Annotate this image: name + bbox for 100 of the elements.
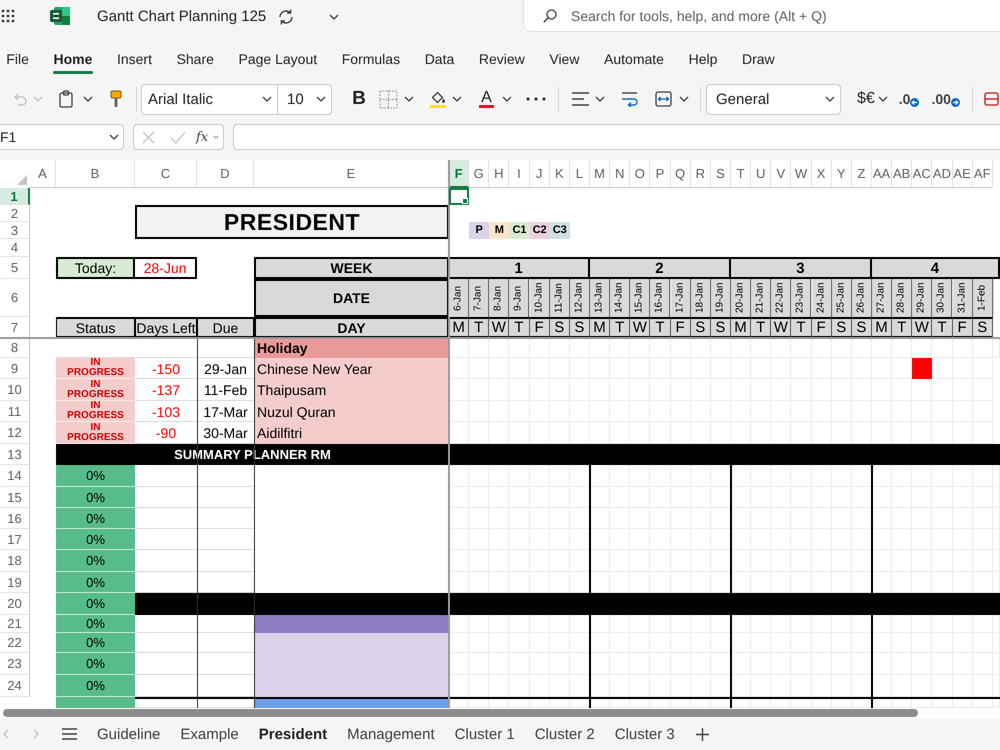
search-field[interactable]: Search for tools, help, and more (Alt + Q) <box>523 0 1000 32</box>
function-button[interactable]: fx <box>196 130 208 144</box>
name-box[interactable]: F1 <box>0 124 124 150</box>
row-header[interactable]: 17 <box>0 529 30 550</box>
menu-tab[interactable]: View <box>537 40 592 78</box>
column-header[interactable]: K <box>550 160 570 188</box>
row-header[interactable]: 8 <box>0 338 30 358</box>
row-header[interactable]: 16 <box>0 508 30 529</box>
menu-tab[interactable]: Insert <box>104 40 164 78</box>
caret-icon[interactable] <box>109 134 119 140</box>
sheet-tab[interactable]: President <box>248 718 338 750</box>
caret-icon[interactable] <box>679 96 689 102</box>
column-header[interactable]: Z <box>852 160 872 188</box>
increase-decimal-button[interactable]: .00 <box>931 91 960 107</box>
column-header[interactable]: T <box>730 160 752 188</box>
merge-icon[interactable] <box>655 91 672 107</box>
clipboard-icon[interactable] <box>59 90 73 108</box>
column-header[interactable]: M <box>590 160 610 188</box>
menu-icon[interactable] <box>62 728 77 740</box>
menu-tab[interactable]: Draw <box>730 40 787 78</box>
caret-icon[interactable] <box>825 96 835 102</box>
bold-button[interactable]: B <box>352 88 366 110</box>
fill-color-icon[interactable] <box>430 90 446 108</box>
column-header[interactable]: J <box>530 160 550 188</box>
app-launcher-icon[interactable] <box>1 9 15 23</box>
decrease-decimal-button[interactable]: .0 <box>898 91 920 107</box>
column-header[interactable]: N <box>610 160 630 188</box>
menu-tab[interactable]: Data <box>412 40 467 78</box>
column-header[interactable]: F <box>449 160 470 188</box>
column-header[interactable]: C <box>135 160 197 188</box>
row-header[interactable]: 1 <box>0 188 30 205</box>
column-header[interactable]: Q <box>670 160 691 188</box>
caret-icon[interactable] <box>329 14 340 20</box>
menu-tab[interactable]: Help <box>676 40 730 78</box>
sheet-tab[interactable]: Guideline <box>87 718 170 750</box>
sheet-tab[interactable]: Example <box>170 718 249 750</box>
column-header[interactable]: L <box>570 160 590 188</box>
row-header[interactable]: 12 <box>0 422 30 444</box>
selected-cell[interactable] <box>449 188 470 205</box>
row-header[interactable]: 18 <box>0 550 30 572</box>
row-header[interactable]: 19 <box>0 572 30 593</box>
row-header[interactable]: 21 <box>0 615 30 633</box>
column-header[interactable]: S <box>710 160 731 188</box>
row-header[interactable]: 2 <box>0 205 30 222</box>
row-header[interactable]: 15 <box>0 487 30 508</box>
column-header[interactable]: AC <box>912 160 932 188</box>
column-header[interactable]: AA <box>872 160 892 188</box>
add-icon[interactable] <box>696 728 709 740</box>
row-header[interactable]: 24 <box>0 675 30 697</box>
column-header[interactable]: W <box>791 160 812 188</box>
row-header[interactable]: 14 <box>0 465 30 487</box>
column-header[interactable]: Y <box>832 160 852 188</box>
column-header[interactable]: I <box>509 160 530 188</box>
row-header[interactable]: 3 <box>0 222 30 239</box>
menu-tab[interactable]: Page Layout <box>226 40 330 78</box>
number-format-dropdown[interactable]: General <box>706 84 841 114</box>
scrollbar-thumb[interactable] <box>3 709 918 717</box>
wrap-text-icon[interactable] <box>621 91 638 107</box>
row-header[interactable]: 11 <box>0 401 30 422</box>
column-header[interactable]: AF <box>972 160 993 188</box>
align-icon[interactable] <box>571 91 590 107</box>
column-header[interactable]: AE <box>952 160 973 188</box>
column-header[interactable]: X <box>812 160 832 188</box>
column-header[interactable]: U <box>751 160 772 188</box>
font-dropdown[interactable]: Arial Italic <box>141 84 278 114</box>
row-header[interactable]: 6 <box>0 279 30 317</box>
row-header[interactable]: 9 <box>0 358 30 379</box>
column-header[interactable]: H <box>489 160 510 188</box>
sync-icon[interactable] <box>277 8 296 26</box>
column-header[interactable]: O <box>630 160 650 188</box>
row-header[interactable]: 13 <box>0 444 30 465</box>
caret-icon[interactable] <box>502 96 512 102</box>
caret-icon[interactable] <box>262 96 272 102</box>
row-header[interactable]: 22 <box>0 633 30 653</box>
column-header[interactable]: D <box>197 160 254 188</box>
formula-field[interactable] <box>233 124 1000 150</box>
currency-button[interactable]: $€ <box>857 90 875 108</box>
row-header[interactable]: 23 <box>0 653 30 675</box>
sheet-tab[interactable]: Cluster 2 <box>524 718 605 750</box>
borders-icon[interactable] <box>379 90 398 108</box>
column-header[interactable]: P <box>650 160 671 188</box>
table-icon[interactable] <box>984 91 999 107</box>
sheet-tab[interactable]: Management <box>337 718 445 750</box>
caret-icon[interactable] <box>595 96 605 102</box>
column-header[interactable]: G <box>469 160 490 188</box>
row-header[interactable]: 20 <box>0 593 30 615</box>
column-header[interactable]: A <box>30 160 56 188</box>
column-header[interactable]: B <box>56 160 135 188</box>
column-header[interactable]: AD <box>932 160 953 188</box>
column-header[interactable]: AB <box>892 160 912 188</box>
menu-tab[interactable]: Formulas <box>329 40 412 78</box>
more-icon[interactable] <box>526 97 546 101</box>
menu-tab[interactable]: Share <box>164 40 226 78</box>
caret-icon[interactable] <box>316 96 326 102</box>
font-size-dropdown[interactable]: 10 <box>278 84 332 114</box>
caret-icon[interactable] <box>404 96 414 102</box>
caret-icon[interactable] <box>452 96 462 102</box>
row-header[interactable]: 5 <box>0 257 30 279</box>
paintbrush-icon[interactable] <box>110 90 122 108</box>
sheet-tab[interactable]: Cluster 3 <box>604 718 685 750</box>
